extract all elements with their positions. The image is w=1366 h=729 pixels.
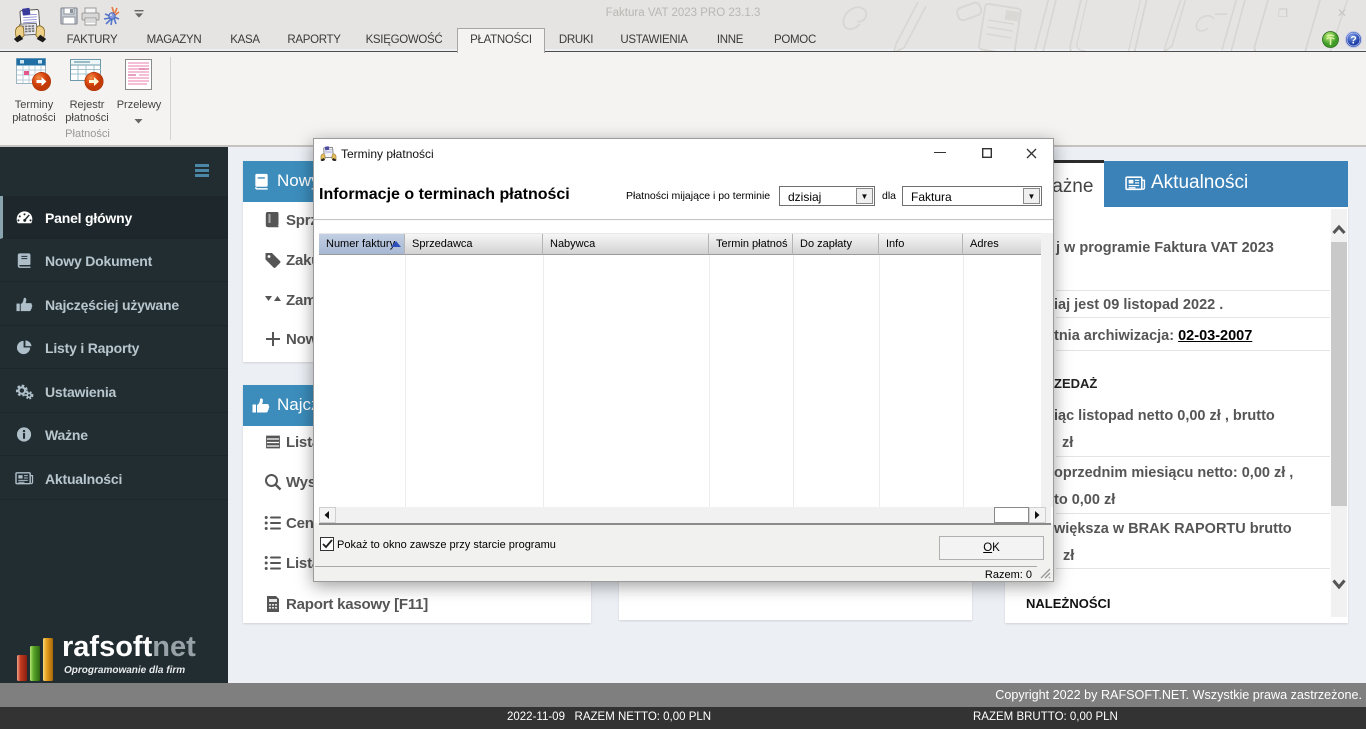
svg-text:?: ?	[1350, 35, 1357, 47]
